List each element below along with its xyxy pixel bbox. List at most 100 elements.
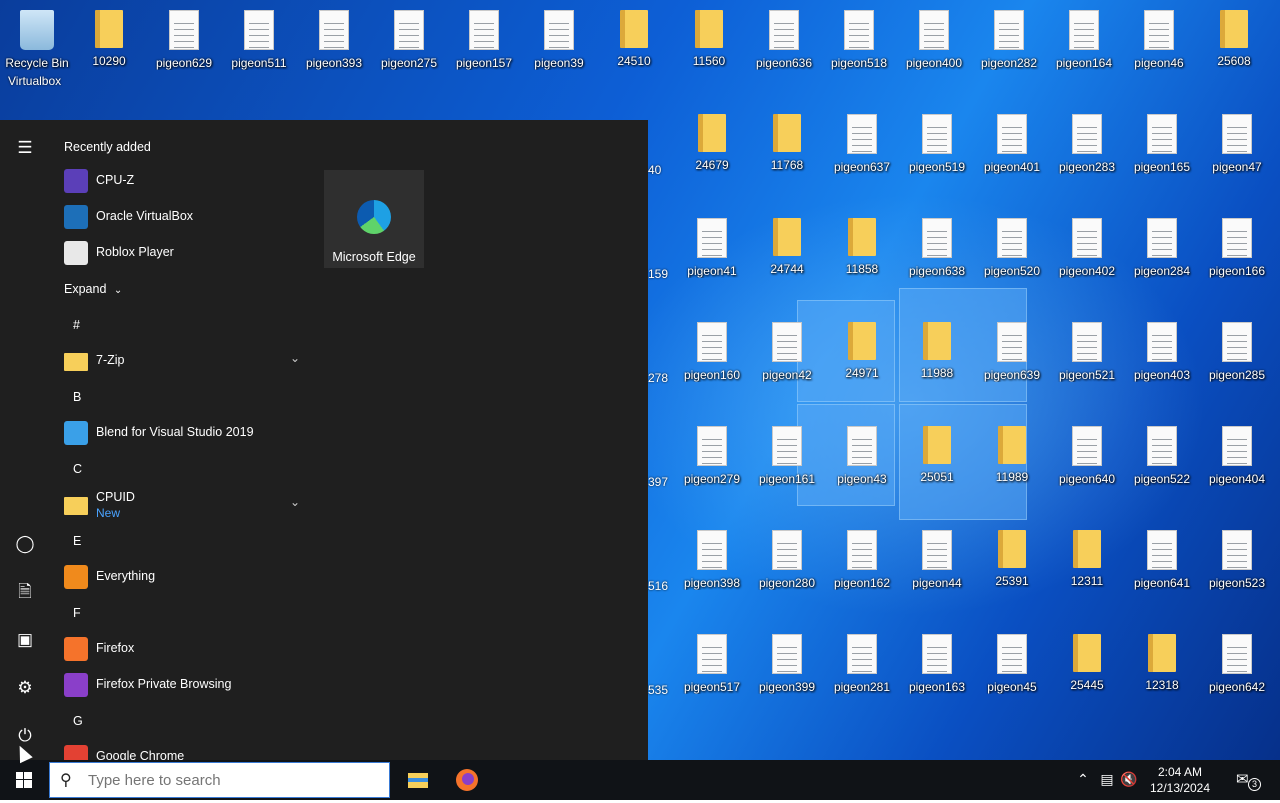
file-desktop-icon[interactable]: pigeon402 — [1050, 208, 1124, 308]
file-desktop-icon[interactable]: pigeon511 — [222, 0, 296, 100]
hamburger-menu-icon[interactable]: ☰ — [13, 136, 37, 160]
chevron-down-icon[interactable]: ⌄ — [290, 351, 300, 365]
file-desktop-icon[interactable]: pigeon157 — [447, 0, 521, 100]
file-desktop-icon[interactable]: pigeon398 — [675, 520, 749, 620]
file-desktop-icon[interactable]: pigeon166 — [1200, 208, 1274, 308]
file-desktop-icon[interactable]: pigeon403 — [1125, 312, 1199, 412]
file-desktop-icon[interactable]: pigeon44 — [900, 520, 974, 620]
folder-desktop-icon[interactable]: 25608 — [1197, 0, 1271, 100]
app-list-item[interactable]: 7-Zip ⌄ — [64, 345, 304, 377]
app-list-item[interactable]: Roblox Player — [64, 237, 304, 269]
folder-desktop-icon[interactable]: 24744 — [750, 208, 824, 308]
firefox-private-icon — [64, 673, 88, 697]
file-desktop-icon[interactable]: pigeon640 — [1050, 416, 1124, 516]
folder-desktop-icon[interactable]: 10290 — [72, 0, 146, 100]
folder-desktop-icon[interactable]: 24679 — [675, 104, 749, 204]
file-desktop-icon[interactable]: pigeon519 — [900, 104, 974, 204]
file-desktop-icon[interactable]: pigeon523 — [1200, 520, 1274, 620]
folder-desktop-icon[interactable]: 25445 — [1050, 624, 1124, 724]
clock[interactable]: 2:04 AM 12/13/2024 — [1142, 764, 1218, 796]
file-desktop-icon[interactable]: pigeon522 — [1125, 416, 1199, 516]
file-desktop-icon[interactable]: pigeon280 — [750, 520, 824, 620]
folder-desktop-icon[interactable]: 11560 — [672, 0, 746, 100]
file-desktop-icon[interactable]: pigeon39 — [522, 0, 596, 100]
file-desktop-icon[interactable]: pigeon638 — [900, 208, 974, 308]
firefox-taskbar-button[interactable] — [443, 760, 491, 800]
file-desktop-icon[interactable]: pigeon521 — [1050, 312, 1124, 412]
section-letter-header[interactable]: # — [73, 318, 80, 332]
file-desktop-icon[interactable]: pigeon42 — [750, 312, 824, 412]
section-letter-header[interactable]: C — [73, 462, 82, 476]
app-list-item[interactable]: Blend for Visual Studio 2019 — [64, 417, 304, 449]
taskbar-search-box[interactable]: ⚲ — [49, 762, 390, 798]
file-desktop-icon[interactable]: pigeon164 — [1047, 0, 1121, 100]
folder-desktop-icon[interactable]: 24510 — [597, 0, 671, 100]
file-desktop-icon[interactable]: pigeon275 — [372, 0, 446, 100]
file-desktop-icon[interactable]: pigeon279 — [675, 416, 749, 516]
file-desktop-icon[interactable]: pigeon165 — [1125, 104, 1199, 204]
start-button[interactable] — [0, 760, 48, 800]
file-desktop-icon[interactable]: pigeon283 — [1050, 104, 1124, 204]
file-desktop-icon[interactable]: pigeon518 — [822, 0, 896, 100]
folder-desktop-icon[interactable]: 12311 — [1050, 520, 1124, 620]
section-letter-header[interactable]: B — [73, 390, 81, 404]
folder-desktop-icon[interactable]: 12318 — [1125, 624, 1199, 724]
file-desktop-icon[interactable]: pigeon41 — [675, 208, 749, 308]
app-list-item[interactable]: Google Chrome — [64, 741, 304, 760]
action-center-button[interactable]: ✉ 3 — [1232, 768, 1262, 792]
file-desktop-icon[interactable]: pigeon45 — [975, 624, 1049, 724]
documents-icon[interactable]: 🗎 — [13, 580, 37, 604]
file-desktop-icon[interactable]: pigeon285 — [1200, 312, 1274, 412]
folder-desktop-icon[interactable]: 11768 — [750, 104, 824, 204]
file-desktop-icon[interactable]: pigeon163 — [900, 624, 974, 724]
file-desktop-icon[interactable]: pigeon401 — [975, 104, 1049, 204]
folder-desktop-icon[interactable]: 11988 — [900, 312, 974, 412]
app-list-item[interactable]: CPU-Z — [64, 165, 304, 197]
file-desktop-icon[interactable]: pigeon642 — [1200, 624, 1274, 724]
file-explorer-taskbar-button[interactable] — [394, 760, 442, 800]
folder-desktop-icon[interactable]: 11858 — [825, 208, 899, 308]
settings-gear-icon[interactable]: ⚙ — [13, 676, 37, 700]
network-icon[interactable]: ▤ — [1098, 771, 1116, 788]
volume-muted-icon[interactable]: 🔇 — [1120, 771, 1138, 788]
folder-desktop-icon[interactable]: 25051 — [900, 416, 974, 516]
file-desktop-icon[interactable]: pigeon641 — [1125, 520, 1199, 620]
folder-desktop-icon[interactable]: 24971 — [825, 312, 899, 412]
app-list-item[interactable]: Firefox — [64, 633, 304, 665]
file-desktop-icon[interactable]: pigeon393 — [297, 0, 371, 100]
file-desktop-icon[interactable]: pigeon284 — [1125, 208, 1199, 308]
file-desktop-icon[interactable]: pigeon47 — [1200, 104, 1274, 204]
file-desktop-icon[interactable]: pigeon161 — [750, 416, 824, 516]
search-input[interactable] — [88, 770, 378, 790]
file-desktop-icon[interactable]: pigeon520 — [975, 208, 1049, 308]
pictures-icon[interactable]: ▣ — [13, 628, 37, 652]
tile-microsoft-edge[interactable]: Microsoft Edge — [324, 170, 424, 268]
section-letter-header[interactable]: E — [73, 534, 81, 548]
user-account-icon[interactable]: ◯ — [13, 532, 37, 556]
file-desktop-icon[interactable]: pigeon281 — [825, 624, 899, 724]
show-hidden-icons-chevron-up-icon[interactable]: ⌃ — [1074, 771, 1092, 788]
file-desktop-icon[interactable]: pigeon162 — [825, 520, 899, 620]
section-letter-header[interactable]: G — [73, 714, 83, 728]
folder-desktop-icon[interactable]: 11989 — [975, 416, 1049, 516]
expand-button[interactable]: Expand ⌄ — [64, 282, 122, 296]
app-list-item[interactable]: Everything — [64, 561, 304, 593]
app-list-item[interactable]: Oracle VirtualBox — [64, 201, 304, 233]
file-desktop-icon[interactable]: pigeon46 — [1122, 0, 1196, 100]
chevron-down-icon[interactable]: ⌄ — [290, 495, 300, 509]
file-desktop-icon[interactable]: pigeon160 — [675, 312, 749, 412]
file-desktop-icon[interactable]: pigeon43 — [825, 416, 899, 516]
app-list-item[interactable]: CPUID New ⌄ — [64, 489, 304, 521]
file-desktop-icon[interactable]: pigeon400 — [897, 0, 971, 100]
file-desktop-icon[interactable]: pigeon399 — [750, 624, 824, 724]
file-desktop-icon[interactable]: pigeon517 — [675, 624, 749, 724]
file-desktop-icon[interactable]: pigeon282 — [972, 0, 1046, 100]
file-desktop-icon[interactable]: pigeon639 — [975, 312, 1049, 412]
file-desktop-icon[interactable]: pigeon404 — [1200, 416, 1274, 516]
file-desktop-icon[interactable]: pigeon629 — [147, 0, 221, 100]
section-letter-header[interactable]: F — [73, 606, 81, 620]
file-desktop-icon[interactable]: pigeon637 — [825, 104, 899, 204]
app-list-item[interactable]: Firefox Private Browsing — [64, 669, 304, 701]
folder-desktop-icon[interactable]: 25391 — [975, 520, 1049, 620]
file-desktop-icon[interactable]: pigeon636 — [747, 0, 821, 100]
